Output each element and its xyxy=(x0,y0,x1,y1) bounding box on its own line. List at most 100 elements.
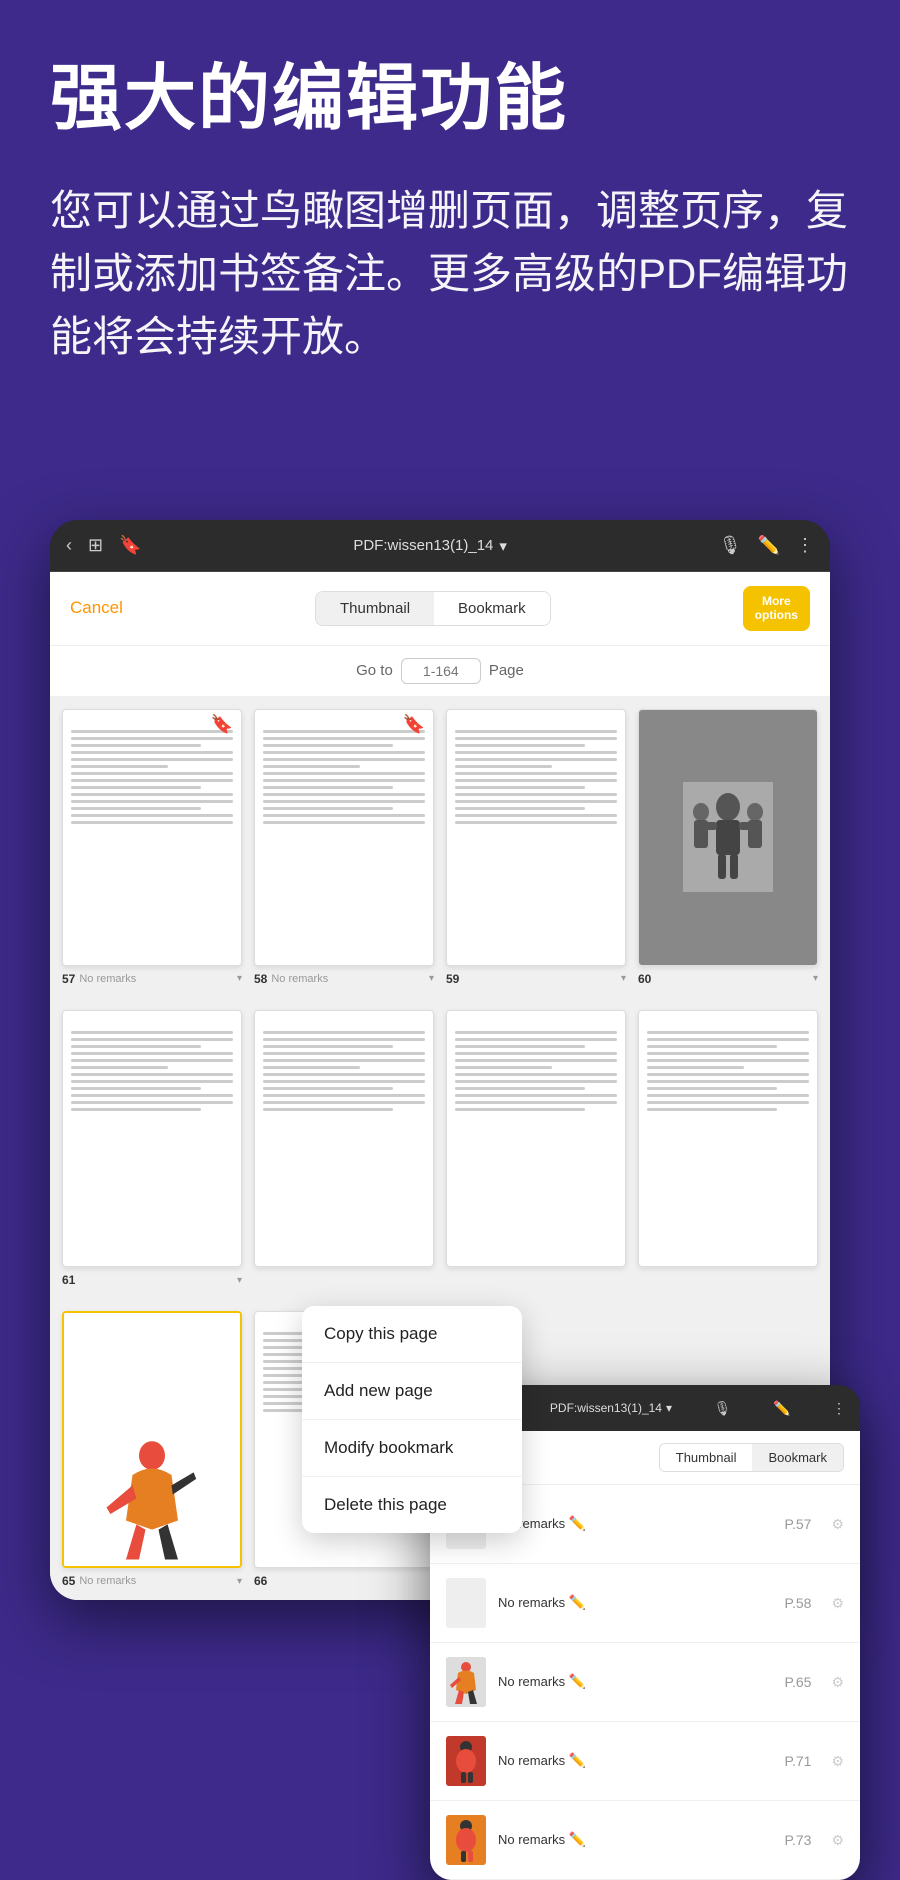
gear-icon-71[interactable]: ⚙ xyxy=(831,1753,844,1770)
thumb-label-58: 58 No remarks ▾ xyxy=(254,972,434,986)
panel-header: Cancel Thumbnail Bookmark Moreoptions xyxy=(50,572,830,646)
bookmark-item-65[interactable]: No remarks ✏️ P.65 ⚙ xyxy=(430,1643,860,1722)
topbar-center: PDF:wissen13(1)_14 ▾ xyxy=(353,537,507,555)
chevron-59[interactable]: ▾ xyxy=(621,973,626,984)
chevron-58[interactable]: ▾ xyxy=(429,973,434,984)
cancel-button[interactable]: Cancel xyxy=(70,598,123,618)
bookmark-info-57: No remarks ✏️ xyxy=(498,1515,772,1533)
edit-icon-57[interactable]: ✏️ xyxy=(569,1515,586,1531)
bookmark-thumb-71 xyxy=(446,1736,486,1786)
bookmark-info-58: No remarks ✏️ xyxy=(498,1594,772,1612)
topbar-right: 🎙 ✏️ ⋮ xyxy=(719,535,814,556)
thumb-page-64[interactable] xyxy=(638,1010,818,1267)
bookmark-item-73[interactable]: No remarks ✏️ P.73 ⚙ xyxy=(430,1801,860,1880)
page-text-59 xyxy=(447,710,625,836)
phone-filename: PDF:wissen13(1)_14 ▾ xyxy=(550,1401,672,1415)
bookmark-thumb-58 xyxy=(446,1578,486,1628)
mic-icon[interactable]: 🎙 xyxy=(719,535,742,556)
thumb-page-58[interactable]: 🔖 xyxy=(254,709,434,966)
bookmark-info-73: No remarks ✏️ xyxy=(498,1831,772,1849)
page-num-60: 60 xyxy=(638,972,651,986)
chevron-60[interactable]: ▾ xyxy=(813,973,818,984)
thumb-item-62[interactable] xyxy=(254,1010,434,1287)
menu-add-page[interactable]: Add new page xyxy=(302,1363,522,1420)
bookmark-icon[interactable]: 🔖 xyxy=(119,535,141,556)
grid-icon[interactable]: ⊞ xyxy=(88,535,103,556)
page-image-60 xyxy=(639,710,817,965)
remarks-58: No remarks xyxy=(271,973,328,985)
dropdown-arrow[interactable]: ▾ xyxy=(499,537,507,555)
goto-input[interactable] xyxy=(401,658,481,684)
thumb-item-57[interactable]: 🔖 57 No remarks xyxy=(62,709,242,986)
hero-description: 您可以通过鸟瞰图增删页面，调整页序，复制或添加书签备注。更多高级的PDF编辑功能… xyxy=(50,179,850,368)
bookmark-item-71[interactable]: No remarks ✏️ P.71 ⚙ xyxy=(430,1722,860,1801)
more-icon[interactable]: ⋮ xyxy=(796,535,814,556)
page-text-62 xyxy=(255,1011,433,1123)
hero-title: 强大的编辑功能 xyxy=(50,60,850,139)
phone-tab-bookmark[interactable]: Bookmark xyxy=(752,1444,843,1471)
thumb-label-57: 57 No remarks ▾ xyxy=(62,972,242,986)
tab-thumbnail[interactable]: Thumbnail xyxy=(316,592,434,625)
gear-icon-58[interactable]: ⚙ xyxy=(831,1595,844,1612)
tab-group: Thumbnail Bookmark xyxy=(315,591,551,626)
thumb-page-63[interactable] xyxy=(446,1010,626,1267)
page-text-64 xyxy=(639,1011,817,1123)
thumb-item-63[interactable] xyxy=(446,1010,626,1287)
edit-icon-58[interactable]: ✏️ xyxy=(569,1594,586,1610)
bookmark-list: No remarks ✏️ P.57 ⚙ No remarks ✏️ P.58 … xyxy=(430,1485,860,1880)
bookmark-page-58: P.58 xyxy=(784,1595,811,1611)
remarks-57: No remarks xyxy=(79,973,136,985)
page-num-61: 61 xyxy=(62,1273,75,1287)
menu-copy-page[interactable]: Copy this page xyxy=(302,1306,522,1363)
page-num-58: 58 xyxy=(254,972,267,986)
menu-modify-bookmark[interactable]: Modify bookmark xyxy=(302,1420,522,1477)
thumbnail-grid-row1: 🔖 57 No remarks xyxy=(50,697,830,998)
thumb-item-65[interactable]: 65 No remarks ▾ xyxy=(62,1311,242,1588)
chevron-57[interactable]: ▾ xyxy=(237,973,242,984)
thumb-item-58[interactable]: 🔖 58 No remarks xyxy=(254,709,434,986)
thumbnail-grid-row2: 61 ▾ xyxy=(50,998,830,1299)
bookmark-thumb-65 xyxy=(446,1657,486,1707)
menu-delete-page[interactable]: Delete this page xyxy=(302,1477,522,1533)
goto-label: Go to xyxy=(356,662,393,679)
hero-section: 强大的编辑功能 您可以通过鸟瞰图增删页面，调整页序，复制或添加书签备注。更多高级… xyxy=(0,0,900,408)
device-container: ‹ ⊞ 🔖 PDF:wissen13(1)_14 ▾ 🎙 ✏️ ⋮ Cancel… xyxy=(50,520,850,1600)
pen-icon[interactable]: ✏️ xyxy=(758,535,780,556)
more-options-button[interactable]: Moreoptions xyxy=(743,586,810,631)
goto-row: Go to Page xyxy=(50,646,830,697)
remarks-65: No remarks xyxy=(79,1575,136,1587)
thumb-label-60: 60 ▾ xyxy=(638,972,818,986)
bookmark-info-65: No remarks ✏️ xyxy=(498,1673,772,1691)
thumb-page-65[interactable] xyxy=(62,1311,242,1568)
edit-icon-73[interactable]: ✏️ xyxy=(569,1831,586,1847)
page-num-57: 57 xyxy=(62,972,75,986)
thumb-item-59[interactable]: 59 ▾ xyxy=(446,709,626,986)
edit-icon-65[interactable]: ✏️ xyxy=(569,1673,586,1689)
bookmark-thumb-73 xyxy=(446,1815,486,1865)
bookmark-item-58[interactable]: No remarks ✏️ P.58 ⚙ xyxy=(430,1564,860,1643)
thumb-item-64[interactable] xyxy=(638,1010,818,1287)
thumb-item-61[interactable]: 61 ▾ xyxy=(62,1010,242,1287)
thumb-page-57[interactable]: 🔖 xyxy=(62,709,242,966)
thumb-page-59[interactable] xyxy=(446,709,626,966)
tablet-topbar: ‹ ⊞ 🔖 PDF:wissen13(1)_14 ▾ 🎙 ✏️ ⋮ xyxy=(50,520,830,572)
phone-pen-icon[interactable]: ✏️ xyxy=(773,1400,790,1417)
back-icon[interactable]: ‹ xyxy=(66,535,72,556)
phone-tab-thumbnail[interactable]: Thumbnail xyxy=(660,1444,753,1471)
thumb-item-60[interactable]: 60 ▾ xyxy=(638,709,818,986)
gear-icon-73[interactable]: ⚙ xyxy=(831,1832,844,1849)
bookmark-name-73: No remarks xyxy=(498,1832,569,1847)
edit-icon-71[interactable]: ✏️ xyxy=(569,1752,586,1768)
phone-mic-icon[interactable]: 🎙 xyxy=(714,1400,732,1417)
chevron-61[interactable]: ▾ xyxy=(237,1275,242,1286)
thumb-page-60[interactable] xyxy=(638,709,818,966)
bookmark-name-58: No remarks xyxy=(498,1595,569,1610)
phone-filename-label: PDF:wissen13(1)_14 xyxy=(550,1401,662,1415)
tab-bookmark[interactable]: Bookmark xyxy=(434,592,550,625)
thumb-page-61[interactable] xyxy=(62,1010,242,1267)
gear-icon-65[interactable]: ⚙ xyxy=(831,1674,844,1691)
gear-icon-57[interactable]: ⚙ xyxy=(831,1516,844,1533)
phone-more-icon[interactable]: ⋮ xyxy=(832,1400,846,1417)
thumb-page-62[interactable] xyxy=(254,1010,434,1267)
chevron-65[interactable]: ▾ xyxy=(237,1576,242,1587)
